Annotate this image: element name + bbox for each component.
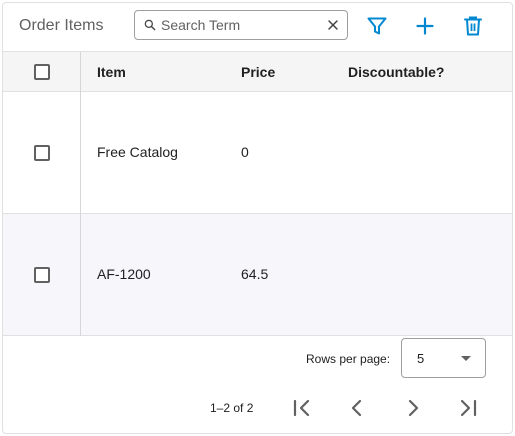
first-page-icon[interactable] [290, 396, 314, 420]
table-footer: Rows per page: 5 1–2 of 2 [3, 337, 512, 433]
search-input[interactable] [161, 15, 321, 35]
cell-item: Free Catalog [97, 144, 178, 160]
select-all-checkbox[interactable] [34, 64, 50, 80]
pagination-range: 1–2 of 2 [210, 401, 254, 415]
cell-price: 0 [241, 144, 249, 160]
row-checkbox[interactable] [34, 145, 50, 161]
column-divider [80, 214, 81, 336]
dropdown-arrow-icon [461, 356, 471, 361]
column-header-discountable[interactable]: Discountable? [348, 64, 444, 80]
add-icon[interactable] [413, 14, 437, 38]
previous-page-icon[interactable] [345, 396, 369, 420]
cell-price: 64.5 [241, 266, 269, 282]
column-divider [80, 52, 81, 92]
delete-icon[interactable] [461, 14, 485, 38]
column-header-item[interactable]: Item [97, 64, 126, 80]
table-row[interactable]: Free Catalog 0 [3, 92, 512, 214]
column-header-price[interactable]: Price [241, 64, 275, 80]
table-header: Item Price Discountable? [3, 51, 512, 92]
column-divider [80, 92, 81, 214]
last-page-icon[interactable] [456, 396, 480, 420]
panel-title: Order Items [19, 17, 104, 34]
filter-icon[interactable] [365, 14, 389, 38]
toolbar: Order Items [3, 3, 512, 51]
order-items-panel: Order Items Search Term Item Price Disco… [2, 2, 513, 434]
rows-per-page-value: 5 [417, 351, 425, 366]
clear-icon[interactable] [325, 17, 341, 33]
rows-per-page-label: Rows per page: [306, 352, 391, 366]
table-row[interactable]: AF-1200 64.5 [3, 214, 512, 336]
cell-item: AF-1200 [97, 266, 151, 282]
search-box[interactable] [134, 10, 348, 40]
next-page-icon[interactable] [401, 396, 425, 420]
row-checkbox[interactable] [34, 267, 50, 283]
search-icon [144, 19, 156, 31]
rows-per-page-select[interactable]: 5 [401, 338, 486, 378]
